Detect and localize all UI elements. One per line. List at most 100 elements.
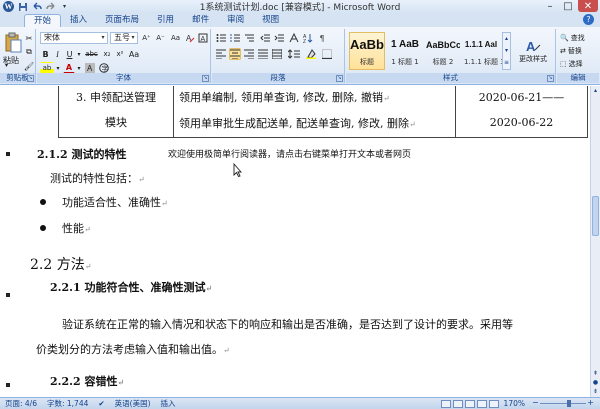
styles-gallery-scroll[interactable]: ▴ ▾ ≡	[502, 32, 511, 70]
heading-2-2-2[interactable]: 2.2.2 容错性↵	[50, 373, 124, 389]
web-layout-view-icon[interactable]	[464, 399, 475, 408]
body-paragraph-line-1[interactable]: 验证系统在正常的输入情况和状态下的响应和输出是否准确，是否达到了设计的要求。采用…	[62, 316, 513, 332]
sort-icon[interactable]: AZ	[302, 32, 314, 44]
minimize-button[interactable]: –	[541, 0, 559, 12]
table-cell-dates[interactable]: 2020-06-21—— 2020-06-22	[455, 86, 588, 138]
decrease-indent-icon[interactable]	[259, 32, 271, 44]
cut-icon[interactable]: ✂	[24, 32, 34, 44]
print-layout-view-icon[interactable]	[440, 399, 451, 408]
document-page[interactable]: 3. 申领配送管理 模块 领用单编制, 领用单查询, 修改, 删除, 撤销↵ 领…	[0, 86, 590, 397]
distributed-icon[interactable]	[271, 48, 283, 60]
align-right-icon[interactable]	[243, 48, 255, 60]
shading-icon[interactable]	[304, 48, 318, 60]
tab-insert[interactable]: 插入	[61, 14, 96, 27]
heading-2-2-1[interactable]: 2.2.1 功能符合性、准确性测试↵	[50, 279, 212, 295]
scroll-up-icon[interactable]: ▴	[591, 86, 600, 95]
vertical-scrollbar[interactable]: ▴ ⇞ ● ⇟	[590, 86, 600, 397]
align-left-icon[interactable]	[215, 48, 227, 60]
page-count[interactable]: 页面: 4/6	[0, 398, 42, 409]
intro-text[interactable]: 测试的特性包括：↵	[50, 170, 145, 186]
maximize-button[interactable]: □	[559, 0, 577, 12]
strikethrough-button[interactable]: abc	[84, 48, 99, 60]
word-logo-icon[interactable]: W	[3, 1, 14, 12]
redo-icon[interactable]	[45, 2, 56, 12]
heading-2-1-2[interactable]: 2.1.2 测试的特性	[37, 146, 126, 162]
heading-2-2[interactable]: 2.2 方法↵	[30, 254, 91, 274]
replace-button[interactable]: ⇄ 替换	[559, 45, 597, 57]
body-paragraph-line-2[interactable]: 价类划分的方法考虑输入值和输出值。↵	[36, 341, 230, 357]
undo-icon[interactable]	[31, 2, 42, 12]
table-cell-functions[interactable]: 领用单编制, 领用单查询, 修改, 删除, 撤销↵ 领用单审批生成配送单, 配送…	[173, 86, 456, 138]
customize-qat-icon[interactable]: ▾	[59, 2, 70, 12]
grow-font-button[interactable]: A⁺	[140, 32, 153, 44]
change-styles-button[interactable]: A 更改样式	[514, 32, 552, 70]
multilevel-list-icon[interactable]	[243, 32, 255, 44]
list-item[interactable]: 性能↵	[62, 220, 91, 236]
zoom-out-icon[interactable]: −	[532, 398, 539, 407]
paragraph-launcher-icon[interactable]: ↘	[336, 75, 343, 82]
list-item[interactable]: 功能适合性、准确性↵	[62, 194, 168, 210]
format-painter-icon[interactable]: 🖌	[24, 60, 34, 72]
tab-page-layout[interactable]: 页面布局	[96, 14, 148, 27]
numbering-icon[interactable]	[229, 32, 241, 44]
show-hide-marks-icon[interactable]: ¶	[316, 32, 328, 44]
align-center-icon[interactable]	[229, 48, 241, 60]
close-button[interactable]: ✕	[578, 0, 598, 12]
select-button[interactable]: ⬚ 选择	[559, 58, 597, 70]
style-heading-1[interactable]: 1 AaB 1 标题 1	[387, 32, 423, 70]
draft-view-icon[interactable]	[488, 399, 499, 408]
previous-page-icon[interactable]: ⇞	[591, 369, 600, 378]
help-icon[interactable]: ?	[583, 14, 594, 25]
italic-button[interactable]: I	[52, 48, 63, 60]
clipboard-launcher-icon[interactable]: ↘	[27, 75, 34, 82]
style-heading-3[interactable]: 1.1.1 AaI 1.1.1 标题 3	[463, 32, 505, 70]
bold-button[interactable]: B	[40, 48, 51, 60]
paste-icon[interactable]	[4, 32, 22, 54]
tab-home[interactable]: 开始	[24, 14, 62, 27]
change-case-icon[interactable]: Aa	[128, 48, 140, 60]
clear-formatting-icon[interactable]: A	[184, 32, 196, 44]
outline-view-icon[interactable]	[476, 399, 487, 408]
styles-launcher-icon[interactable]: ↘	[547, 75, 554, 82]
tab-references[interactable]: 引用	[148, 14, 183, 27]
borders-icon[interactable]	[320, 48, 334, 60]
zoom-slider[interactable]: − +	[532, 398, 594, 407]
underline-button[interactable]: U	[64, 48, 75, 60]
copy-icon[interactable]: ⧉	[24, 46, 34, 58]
zoom-thumb[interactable]	[566, 400, 571, 407]
change-case-button[interactable]: Aa	[169, 32, 182, 44]
font-size-select[interactable]: 五号 ▾	[110, 32, 138, 44]
increase-indent-icon[interactable]	[273, 32, 285, 44]
scrollbar-thumb[interactable]	[592, 196, 599, 236]
zoom-in-icon[interactable]: +	[587, 398, 594, 407]
find-button[interactable]: 🔍 查找	[559, 32, 597, 44]
style-title[interactable]: AaBb 标题	[349, 32, 385, 70]
tab-view[interactable]: 视图	[253, 14, 288, 27]
word-count[interactable]: 字数: 1,744	[42, 398, 93, 409]
superscript-button[interactable]: x²	[114, 48, 126, 60]
tab-mailings[interactable]: 邮件	[183, 14, 218, 27]
language-indicator[interactable]: 英语(美国)	[110, 398, 156, 409]
paste-dropdown-icon[interactable]: ▾	[5, 62, 8, 69]
save-icon[interactable]	[17, 2, 28, 12]
browse-object-icon[interactable]: ●	[591, 378, 600, 387]
next-page-icon[interactable]: ⇟	[591, 387, 600, 396]
subscript-button[interactable]: x₂	[101, 48, 113, 60]
proofing-icon[interactable]: ✔	[93, 399, 109, 408]
font-name-select[interactable]: 宋体 ▾	[40, 32, 108, 44]
underline-dropdown-icon[interactable]: ▾	[76, 48, 82, 60]
table-cell-module[interactable]: 3. 申领配送管理 模块	[58, 86, 174, 138]
phonetic-guide-icon[interactable]: A	[197, 32, 209, 44]
full-screen-reading-view-icon[interactable]	[452, 399, 463, 408]
justify-icon[interactable]	[257, 48, 269, 60]
style-heading-3-sample: 1.1.1 AaI	[464, 40, 498, 49]
style-heading-2[interactable]: AaBbCc 标题 2	[425, 32, 461, 70]
zoom-level[interactable]: 170%	[499, 399, 530, 408]
line-spacing-icon[interactable]	[286, 48, 302, 60]
shrink-font-button[interactable]: A⁻	[154, 32, 167, 44]
font-launcher-icon[interactable]: ↘	[202, 75, 209, 82]
insert-mode-indicator[interactable]: 插入	[156, 398, 181, 409]
tab-review[interactable]: 审阅	[218, 14, 253, 27]
chinese-layout-icon[interactable]	[288, 32, 300, 44]
bullets-icon[interactable]	[215, 32, 227, 44]
